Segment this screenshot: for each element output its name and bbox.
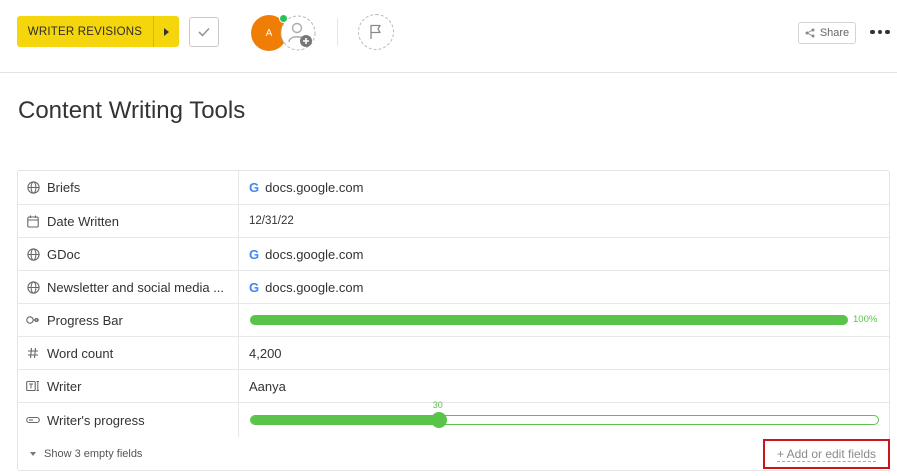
field-label-cell: Writer's progress: [18, 403, 239, 437]
field-value-cell[interactable]: Gdocs.google.com: [239, 238, 889, 270]
field-label: Newsletter and social media ...: [47, 279, 225, 295]
fields-footer: Show 3 empty fields + Add or edit fields: [18, 437, 890, 471]
field-label-cell: Progress Bar: [18, 304, 239, 336]
progress-slider[interactable]: [250, 415, 879, 425]
field-label: Word count: [47, 345, 114, 361]
more-options-button[interactable]: [868, 21, 892, 43]
field-value-cell[interactable]: 4,200: [239, 337, 889, 369]
field-link-text: docs.google.com: [265, 246, 364, 262]
globe-icon: [26, 247, 40, 261]
hash-icon: [26, 346, 40, 360]
field-text-value[interactable]: Aanya: [249, 379, 286, 394]
status-control: WRITER REVISIONS: [17, 16, 179, 47]
field-link[interactable]: Gdocs.google.com: [249, 180, 363, 195]
field-row-newsletter: Newsletter and social media ... Gdocs.go…: [18, 271, 889, 304]
dot-icon: [870, 29, 875, 35]
add-edit-fields-highlight: + Add or edit fields: [763, 439, 890, 469]
progress-slider-fill: [251, 416, 440, 424]
progress-icon: [26, 313, 40, 327]
field-value-cell: 100%: [239, 304, 889, 336]
add-edit-fields-link[interactable]: + Add or edit fields: [776, 447, 877, 462]
field-row-progress-bar: Progress Bar 100%: [18, 304, 889, 337]
slider-icon: [26, 413, 40, 427]
check-icon: [198, 27, 210, 37]
status-button[interactable]: WRITER REVISIONS: [17, 16, 153, 47]
calendar-icon: [26, 214, 40, 228]
google-icon: G: [249, 279, 260, 295]
field-label-cell: Briefs: [18, 171, 239, 204]
progress-slider-value: 30: [432, 400, 443, 410]
field-link[interactable]: Gdocs.google.com: [249, 247, 363, 262]
priority-button[interactable]: [358, 14, 394, 50]
share-button[interactable]: Share: [798, 22, 856, 44]
google-icon: G: [249, 180, 260, 195]
dot-icon: [885, 29, 890, 35]
field-label: Writer's progress: [47, 412, 145, 428]
globe-icon: [26, 181, 40, 195]
next-status-button[interactable]: [153, 16, 179, 47]
field-link[interactable]: Gdocs.google.com: [249, 280, 363, 295]
show-empty-fields-toggle[interactable]: Show 3 empty fields: [18, 448, 142, 460]
field-label-cell: Writer: [18, 370, 239, 402]
share-icon: [805, 28, 815, 38]
task-header: WRITER REVISIONS A Share: [0, 0, 897, 73]
online-indicator: [279, 14, 288, 23]
text-field-icon: [26, 379, 40, 393]
field-value-cell[interactable]: Aanya: [239, 370, 889, 402]
field-row-date-written: Date Written 12/31/22: [18, 205, 889, 238]
field-label: GDoc: [47, 246, 81, 262]
field-value-cell[interactable]: Gdocs.google.com: [239, 271, 889, 303]
flag-icon: [370, 24, 381, 39]
field-label: Date Written: [47, 213, 120, 229]
field-value-cell: 30: [239, 400, 889, 437]
share-label: Share: [819, 27, 850, 39]
progress-slider-thumb[interactable]: [430, 412, 447, 428]
caret-right-icon: [164, 27, 169, 36]
field-value-cell[interactable]: Gdocs.google.com: [239, 171, 889, 204]
field-link-text: docs.google.com: [265, 180, 364, 195]
field-label: Writer: [47, 378, 82, 394]
field-row-writer: Writer Aanya: [18, 370, 889, 403]
field-label-cell: GDoc: [18, 238, 239, 270]
progress-bar-fill: [250, 315, 848, 325]
field-label: Briefs: [47, 180, 81, 195]
globe-icon: [26, 280, 40, 294]
field-row-word-count: Word count 4,200: [18, 337, 889, 370]
dot-icon: [877, 29, 883, 35]
field-value-cell[interactable]: 12/31/22: [239, 205, 889, 237]
field-row-gdoc: GDoc Gdocs.google.com: [18, 238, 889, 271]
field-label-cell: Date Written: [18, 205, 239, 237]
field-row-writers-progress: Writer's progress 30: [18, 400, 889, 437]
field-link-text: docs.google.com: [265, 279, 364, 295]
field-number-value[interactable]: 4,200: [249, 346, 282, 361]
custom-fields-table: Briefs Gdocs.google.com Date Written 12/…: [17, 170, 890, 471]
page-title: Content Writing Tools: [18, 97, 246, 124]
complete-button[interactable]: [189, 17, 219, 47]
chevron-down-icon: [30, 452, 36, 456]
field-label: Progress Bar: [47, 312, 123, 328]
avatar-initial: A: [265, 27, 273, 39]
progress-bar: [250, 315, 848, 325]
header-divider: [337, 18, 338, 46]
field-row-briefs: Briefs Gdocs.google.com: [18, 171, 889, 205]
google-icon: G: [249, 246, 260, 262]
field-label-cell: Newsletter and social media ...: [18, 271, 239, 303]
show-empty-fields-label: Show 3 empty fields: [44, 448, 143, 460]
progress-percent: 100%: [853, 314, 878, 325]
field-date-value[interactable]: 12/31/22: [249, 215, 294, 227]
field-label-cell: Word count: [18, 337, 239, 369]
